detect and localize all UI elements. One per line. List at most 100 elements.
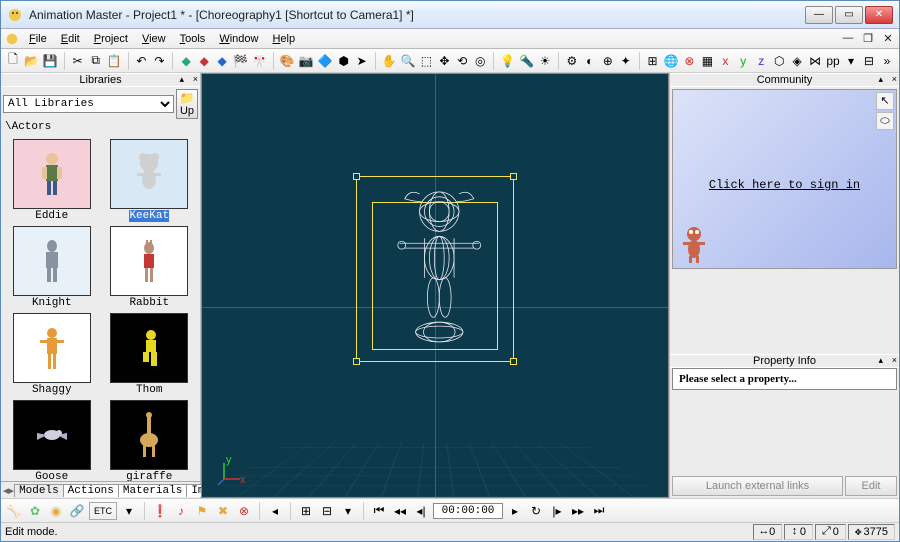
tool-icon[interactable]: pp [825, 52, 841, 70]
bone-icon[interactable]: 🦴 [5, 502, 23, 520]
library-item[interactable]: Eddie [7, 139, 97, 222]
close-button[interactable]: ✕ [865, 6, 893, 24]
chevrons-icon[interactable]: » [879, 52, 895, 70]
save-button[interactable]: 💾 [42, 52, 59, 70]
next-frame-button[interactable]: |▸ [548, 502, 566, 520]
key-red-icon[interactable]: ❗ [151, 502, 169, 520]
panel-close-icon[interactable]: × [892, 355, 897, 365]
light-icon[interactable]: 💡 [499, 52, 516, 70]
bbox-handle[interactable] [353, 173, 360, 180]
camera-icon[interactable]: 📷 [298, 52, 315, 70]
library-item[interactable]: KeeKat [105, 139, 195, 222]
timecode-display[interactable]: 00:00:00 [433, 503, 503, 519]
goto-end-button[interactable]: ⏭ [590, 502, 608, 520]
pin-icon[interactable]: ▴ [179, 74, 184, 85]
tool-icon[interactable]: ◈ [789, 52, 805, 70]
mdi-minimize[interactable]: — [841, 32, 855, 45]
axis-z-icon[interactable]: z [753, 52, 769, 70]
menu-project[interactable]: Project [88, 32, 134, 46]
globe-icon[interactable]: 🌐 [663, 52, 680, 70]
tab-actions[interactable]: Actions [63, 484, 119, 497]
pin-icon[interactable]: ▴ [878, 355, 883, 366]
up-button[interactable]: 📁Up [176, 89, 198, 119]
tool-icon[interactable]: ⚙ [564, 52, 580, 70]
menu-help[interactable]: Help [266, 32, 301, 46]
undo-button[interactable]: ↶ [133, 52, 149, 70]
step-back-button[interactable]: ◂◂ [391, 502, 409, 520]
hand-icon[interactable]: ✋ [381, 52, 398, 70]
menu-tools[interactable]: Tools [174, 32, 212, 46]
primitive-icon[interactable]: ⬢ [336, 52, 352, 70]
menu-view[interactable]: View [136, 32, 172, 46]
tool-icon[interactable]: ⊞ [297, 502, 315, 520]
shapes-icon[interactable]: 🔷 [317, 52, 334, 70]
sun-icon[interactable]: ☀ [537, 52, 553, 70]
flag-icon[interactable]: 🏁 [232, 52, 249, 70]
gizmo-icon[interactable]: ✦ [618, 52, 634, 70]
snap-icon[interactable]: ⊞ [645, 52, 661, 70]
library-item[interactable]: giraffe [105, 400, 195, 481]
tool-icon[interactable]: ✿ [26, 502, 44, 520]
copy-button[interactable]: ⧉ [88, 52, 104, 70]
toolbar-icon[interactable]: ◆ [196, 52, 212, 70]
menu-edit[interactable]: Edit [55, 32, 86, 46]
library-selector[interactable]: All Libraries [3, 95, 174, 113]
tool-icon[interactable]: ⬡ [771, 52, 787, 70]
library-item[interactable]: Thom [105, 313, 195, 396]
orbit-icon[interactable]: ◎ [472, 52, 488, 70]
mdi-restore[interactable]: ❐ [861, 32, 875, 45]
select-icon[interactable]: ⬚ [418, 52, 434, 70]
sign-in-link[interactable]: Click here to sign in [673, 178, 896, 192]
menu-file[interactable]: File [23, 32, 53, 46]
rotate-icon[interactable]: ⟲ [454, 52, 470, 70]
minimize-button[interactable]: — [805, 6, 833, 24]
dropdown-icon[interactable]: ▾ [339, 502, 357, 520]
move-icon[interactable]: ✥ [436, 52, 452, 70]
new-button[interactable]: 🗋 [5, 52, 21, 70]
bbox-handle[interactable] [353, 358, 360, 365]
tool-icon[interactable]: ◐ [582, 52, 598, 70]
spot-icon[interactable]: 🔦 [518, 52, 535, 70]
bbox-handle[interactable] [510, 358, 517, 365]
bbox-handle[interactable] [510, 173, 517, 180]
delete-icon[interactable]: ⊗ [235, 502, 253, 520]
zoom-icon[interactable]: 🔍 [399, 52, 416, 70]
link-icon[interactable]: 🔗 [68, 502, 86, 520]
tool-icon[interactable]: ◉ [47, 502, 65, 520]
cut-button[interactable]: ✂ [70, 52, 86, 70]
axis-x-icon[interactable]: x [717, 52, 733, 70]
panel-close-icon[interactable]: × [193, 74, 198, 84]
loop-button[interactable]: ↻ [527, 502, 545, 520]
redo-button[interactable]: ↷ [151, 52, 167, 70]
dropdown-icon[interactable]: ▾ [843, 52, 859, 70]
arrow-icon[interactable]: ➤ [354, 52, 370, 70]
open-button[interactable]: 📂 [23, 52, 40, 70]
cursor-tool-icon[interactable]: ↖ [876, 92, 894, 110]
dropdown-icon[interactable]: ▾ [120, 502, 138, 520]
panel-close-icon[interactable]: × [892, 74, 897, 84]
library-item[interactable]: Rabbit [105, 226, 195, 309]
tab-models[interactable]: Models [14, 484, 64, 497]
tool-icon[interactable]: ⊕ [600, 52, 616, 70]
tool-icon[interactable]: ⚑ [193, 502, 211, 520]
pin-icon[interactable]: ▴ [878, 74, 883, 85]
library-item[interactable]: Shaggy [7, 313, 97, 396]
render-icon[interactable]: 🎨 [279, 52, 296, 70]
step-fwd-button[interactable]: ▸▸ [569, 502, 587, 520]
tool-icon[interactable]: ✖ [214, 502, 232, 520]
maximize-button[interactable]: ▭ [835, 6, 863, 24]
launch-links-button[interactable]: Launch external links [672, 476, 843, 496]
flag-uk-icon[interactable]: 🎌 [251, 52, 268, 70]
mdi-close[interactable]: ✕ [881, 32, 895, 45]
toolbar-icon[interactable]: ◆ [178, 52, 194, 70]
tool-icon[interactable]: ⊟ [861, 52, 877, 70]
play-button[interactable]: ▸ [506, 502, 524, 520]
tool-icon[interactable]: ⋈ [807, 52, 823, 70]
note-icon[interactable]: ♪ [172, 502, 190, 520]
library-item[interactable]: Knight [7, 226, 97, 309]
prev-frame-button[interactable]: ◂| [412, 502, 430, 520]
toolbar-icon[interactable]: ◆ [214, 52, 230, 70]
model-wireframe[interactable] [388, 184, 491, 362]
axis-y-icon[interactable]: y [735, 52, 751, 70]
tool-icon[interactable]: ⊟ [318, 502, 336, 520]
